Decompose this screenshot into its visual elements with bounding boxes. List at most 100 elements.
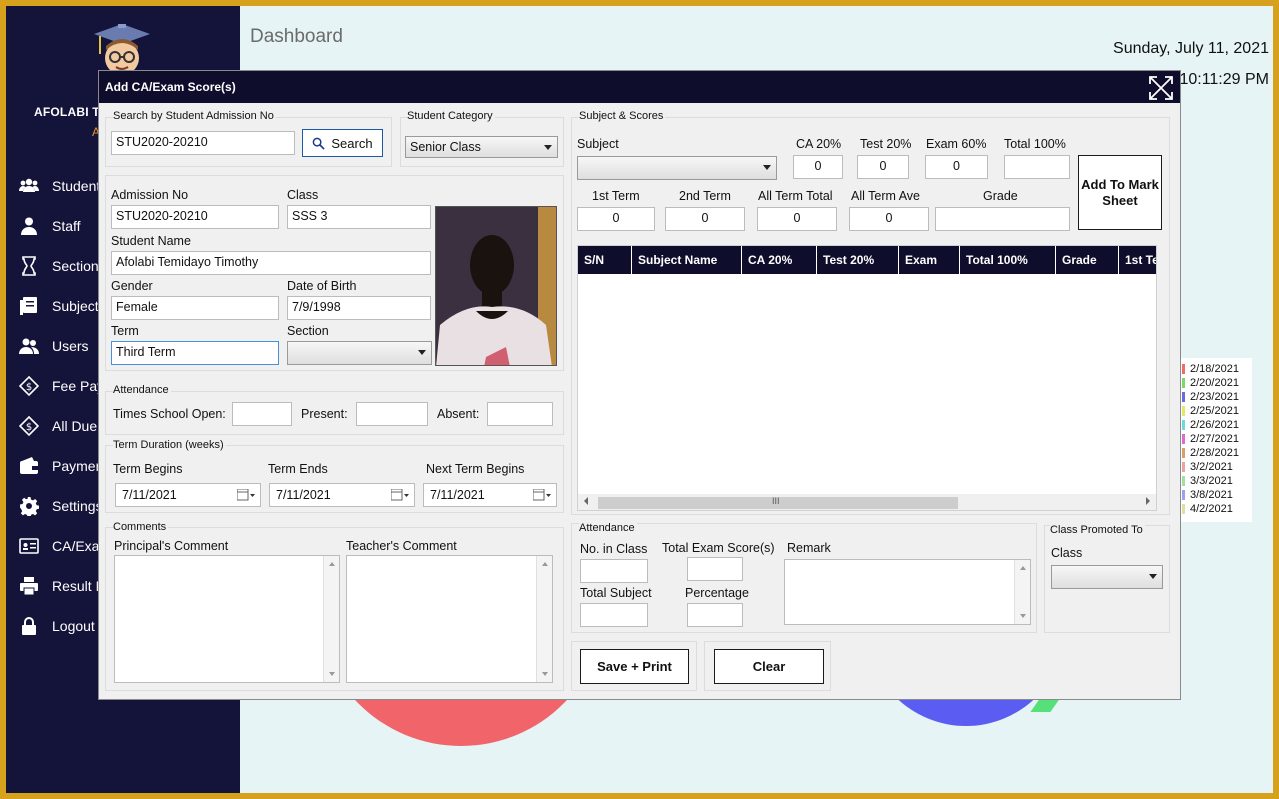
legend-label: 2/28/2021: [1190, 447, 1239, 459]
principal-comment-label: Principal's Comment: [114, 539, 229, 553]
legend-item: 2/28/2021: [1182, 446, 1252, 460]
legend-label: 3/3/2021: [1190, 475, 1233, 487]
term-begins-date[interactable]: 7/11/2021: [115, 483, 261, 507]
term-ends-date[interactable]: 7/11/2021: [269, 483, 415, 507]
second-term-field[interactable]: 0: [665, 207, 745, 231]
term-begins-value: 7/11/2021: [122, 488, 177, 502]
scrollbar[interactable]: [323, 556, 339, 682]
all-term-total-field[interactable]: 0: [757, 207, 837, 231]
legend-label: 2/23/2021: [1190, 391, 1239, 403]
sidebar-item-label: Fee Pay: [52, 378, 105, 394]
promotion-group-label: Class Promoted To: [1050, 524, 1145, 536]
total-subject-field[interactable]: [580, 603, 648, 627]
legend-swatch: [1182, 448, 1185, 458]
term-field[interactable]: Third Term: [111, 341, 279, 365]
teacher-comment-input[interactable]: [346, 555, 553, 683]
mark-sheet-grid[interactable]: S/N Subject Name CA 20% Test 20% Exam To…: [577, 245, 1157, 511]
student-photo: [435, 206, 557, 366]
grid-col-grade[interactable]: Grade: [1056, 246, 1119, 274]
hourglass-icon: [18, 255, 40, 277]
legend-swatch: [1182, 476, 1185, 486]
legend-swatch: [1182, 364, 1185, 374]
horizontal-scrollbar[interactable]: III: [578, 494, 1156, 510]
printer-icon: [18, 575, 40, 597]
principal-comment-input[interactable]: [114, 555, 340, 683]
grid-col-exam[interactable]: Exam: [899, 246, 960, 274]
admission-no-field[interactable]: STU2020-20210: [111, 205, 279, 229]
svg-text:$: $: [26, 382, 32, 393]
search-button[interactable]: Search: [302, 129, 383, 157]
calendar-icon: [391, 489, 409, 501]
promoted-class-select[interactable]: [1051, 565, 1163, 589]
ca-score-field[interactable]: 0: [793, 155, 843, 179]
save-print-button[interactable]: Save + Print: [580, 649, 689, 684]
legend-item: 2/23/2021: [1182, 390, 1252, 404]
legend-item: 3/3/2021: [1182, 474, 1252, 488]
remark-input[interactable]: [784, 559, 1031, 625]
times-open-field[interactable]: [232, 402, 292, 426]
grid-col-test[interactable]: Test 20%: [817, 246, 899, 274]
class-field[interactable]: SSS 3: [287, 205, 431, 229]
test-score-field[interactable]: 0: [857, 155, 909, 179]
total-exam-field[interactable]: [687, 557, 743, 581]
legend-item: 2/27/2021: [1182, 432, 1252, 446]
sidebar-item-label: Settings: [52, 498, 103, 514]
clear-button[interactable]: Clear: [714, 649, 824, 684]
add-to-mark-sheet-button[interactable]: Add To Mark Sheet: [1078, 155, 1162, 230]
total-score-field[interactable]: [1004, 155, 1070, 179]
sidebar-item-label: Staff: [52, 218, 81, 234]
scroll-thumb[interactable]: III: [598, 496, 958, 509]
absent-field[interactable]: [487, 402, 553, 426]
grade-field[interactable]: [935, 207, 1070, 231]
sidebar-item-label: Logout: [52, 618, 95, 634]
grid-col-sn[interactable]: S/N: [578, 246, 632, 274]
grid-col-first-term[interactable]: 1st Te: [1119, 246, 1156, 274]
scroll-left-icon[interactable]: [584, 497, 588, 505]
percentage-field[interactable]: [687, 603, 743, 627]
no-in-class-label: No. in Class: [580, 542, 648, 556]
gear-icon: [18, 495, 40, 517]
grade-label: Grade: [983, 189, 1018, 203]
app-window: AFOLABI T A Student Staff Section Subjec…: [6, 6, 1273, 793]
present-label: Present:: [301, 407, 348, 421]
all-term-ave-field[interactable]: 0: [849, 207, 929, 231]
student-name-label: Student Name: [111, 234, 191, 248]
grid-col-ca[interactable]: CA 20%: [742, 246, 817, 274]
dob-field[interactable]: 7/9/1998: [287, 296, 431, 320]
grid-col-total[interactable]: Total 100%: [960, 246, 1056, 274]
term-begins-label: Term Begins: [113, 462, 183, 476]
grid-header: S/N Subject Name CA 20% Test 20% Exam To…: [578, 246, 1156, 274]
all-term-total-label: All Term Total: [758, 189, 833, 203]
term-ends-value: 7/11/2021: [276, 488, 331, 502]
no-in-class-field[interactable]: [580, 559, 648, 583]
next-term-date[interactable]: 7/11/2021: [423, 483, 557, 507]
subject-select[interactable]: [577, 156, 777, 180]
subject-icon: [18, 295, 40, 317]
section-select[interactable]: [287, 341, 432, 365]
comments-group-label: Comments: [113, 521, 169, 533]
scrollbar[interactable]: [1014, 560, 1030, 624]
term-duration-group-label: Term Duration (weeks): [113, 439, 226, 451]
scroll-right-icon[interactable]: [1146, 497, 1150, 505]
present-field[interactable]: [356, 402, 428, 426]
admission-search-input[interactable]: STU2020-20210: [111, 131, 295, 155]
scrollbar[interactable]: [536, 556, 552, 682]
legend-label: 4/2/2021: [1190, 503, 1233, 515]
legend-swatch: [1182, 420, 1185, 430]
first-term-field[interactable]: 0: [577, 207, 655, 231]
student-name-field[interactable]: Afolabi Temidayo Timothy: [111, 251, 431, 275]
dob-label: Date of Birth: [287, 279, 357, 293]
students-icon: [18, 175, 40, 197]
legend-label: 3/2/2021: [1190, 461, 1233, 473]
calendar-icon: [533, 489, 551, 501]
svg-text:$: $: [26, 422, 32, 433]
grid-col-subject[interactable]: Subject Name: [632, 246, 742, 274]
class-label: Class: [287, 188, 319, 202]
exam-score-field[interactable]: 0: [925, 155, 988, 179]
legend-item: 2/26/2021: [1182, 418, 1252, 432]
maximize-icon[interactable]: [1148, 75, 1174, 101]
gender-field[interactable]: Female: [111, 296, 279, 320]
total-label: Total 100%: [1004, 137, 1066, 151]
category-select[interactable]: Senior Class: [405, 136, 558, 158]
total-exam-label: Total Exam Score(s): [662, 541, 775, 555]
